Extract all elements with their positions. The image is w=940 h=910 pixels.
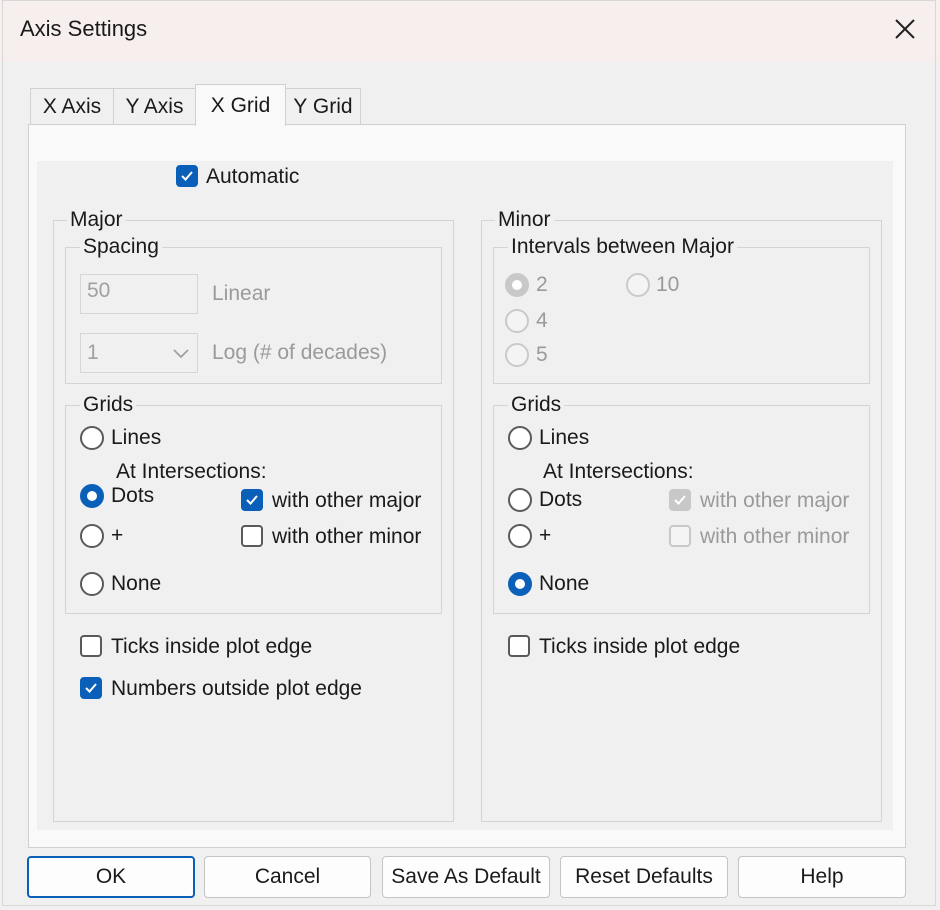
ok-button[interactable]: OK <box>27 856 195 898</box>
minor-title: Minor <box>495 208 554 232</box>
tab-y-grid[interactable]: Y Grid <box>285 88 361 124</box>
minor-ticks-inside-checkbox[interactable] <box>508 635 530 657</box>
minor-ticks-inside-label: Ticks inside plot edge <box>539 635 741 658</box>
minor-lines-radio[interactable] <box>508 426 532 450</box>
intervals-title: Intervals between Major <box>508 235 737 259</box>
tab-label: X Grid <box>210 93 271 117</box>
major-lines-label: Lines <box>111 426 162 449</box>
major-with-other-major-label: with other major <box>272 489 422 512</box>
major-none-label: None <box>111 572 162 595</box>
save-as-default-button[interactable]: Save As Default <box>382 856 550 898</box>
major-ticks-inside-label: Ticks inside plot edge <box>111 635 313 658</box>
title-bar: Axis Settings <box>0 0 940 62</box>
tab-label: Y Axis <box>125 94 184 118</box>
major-plus-radio[interactable] <box>80 524 104 548</box>
major-lines-radio[interactable] <box>80 426 104 450</box>
minor-with-other-minor-checkbox[interactable] <box>669 525 691 547</box>
minor-dots-label: Dots <box>539 488 583 511</box>
major-plus-label: + <box>111 524 124 547</box>
major-ticks-inside-checkbox[interactable] <box>80 635 102 657</box>
help-button-label: Help <box>800 865 844 888</box>
minor-none-radio[interactable] <box>508 572 532 596</box>
major-with-other-minor-label: with other minor <box>272 525 422 548</box>
checkmark-icon <box>674 495 686 505</box>
tab-x-axis[interactable]: X Axis <box>30 88 114 124</box>
interval-2-label: 2 <box>536 273 548 296</box>
minor-at-intersections-label: At Intersections: <box>543 460 694 483</box>
close-icon[interactable] <box>884 10 926 48</box>
chevron-down-icon <box>173 349 189 359</box>
major-title: Major <box>67 208 126 232</box>
checkmark-icon <box>246 495 258 505</box>
numbers-outside-checkbox[interactable] <box>80 677 102 699</box>
linear-label: Linear <box>212 282 271 305</box>
minor-grids-title: Grids <box>508 393 565 417</box>
tab-x-grid[interactable]: X Grid <box>195 84 286 126</box>
major-dots-radio[interactable] <box>80 484 104 508</box>
minor-with-other-major-checkbox[interactable] <box>669 489 691 511</box>
minor-lines-label: Lines <box>539 426 590 449</box>
interval-10-radio[interactable] <box>626 273 650 297</box>
minor-with-other-minor-label: with other minor <box>700 525 850 548</box>
linear-spacing-field[interactable]: 50 <box>80 274 198 314</box>
reset-defaults-button[interactable]: Reset Defaults <box>560 856 728 898</box>
tab-label: X Axis <box>42 94 102 118</box>
minor-dots-radio[interactable] <box>508 488 532 512</box>
major-none-radio[interactable] <box>80 572 104 596</box>
automatic-checkbox[interactable] <box>176 165 198 187</box>
automatic-label: Automatic <box>206 165 300 188</box>
major-grids-title: Grids <box>80 393 137 417</box>
save-as-default-label: Save As Default <box>391 865 541 888</box>
minor-none-label: None <box>539 572 590 595</box>
log-decades-select[interactable]: 1 <box>80 333 198 373</box>
window-title: Axis Settings <box>20 16 148 41</box>
ok-button-label: OK <box>95 865 127 888</box>
intervals-group <box>493 247 870 384</box>
interval-4-radio[interactable] <box>505 309 529 333</box>
tab-label: Y Grid <box>293 94 353 118</box>
log-label: Log (# of decades) <box>212 341 388 364</box>
checkmark-icon <box>85 683 97 693</box>
interval-4-label: 4 <box>536 309 548 332</box>
log-decades-value: 1 <box>87 341 99 364</box>
minor-plus-label: + <box>539 524 552 547</box>
numbers-outside-label: Numbers outside plot edge <box>111 677 362 700</box>
cancel-button[interactable]: Cancel <box>204 856 371 898</box>
interval-2-radio[interactable] <box>505 273 529 297</box>
minor-with-other-major-label: with other major <box>700 489 850 512</box>
checkmark-icon <box>181 171 193 181</box>
major-with-other-major-checkbox[interactable] <box>241 489 263 511</box>
major-dots-label: Dots <box>111 484 155 507</box>
minor-plus-radio[interactable] <box>508 524 532 548</box>
cancel-button-label: Cancel <box>254 865 321 888</box>
interval-5-radio[interactable] <box>505 343 529 367</box>
tab-y-axis[interactable]: Y Axis <box>113 88 196 124</box>
spacing-title: Spacing <box>80 235 162 259</box>
interval-10-label: 10 <box>656 273 680 296</box>
interval-5-label: 5 <box>536 343 548 366</box>
reset-defaults-label: Reset Defaults <box>575 865 713 888</box>
major-at-intersections-label: At Intersections: <box>116 460 267 483</box>
major-with-other-minor-checkbox[interactable] <box>241 525 263 547</box>
help-button[interactable]: Help <box>738 856 906 898</box>
